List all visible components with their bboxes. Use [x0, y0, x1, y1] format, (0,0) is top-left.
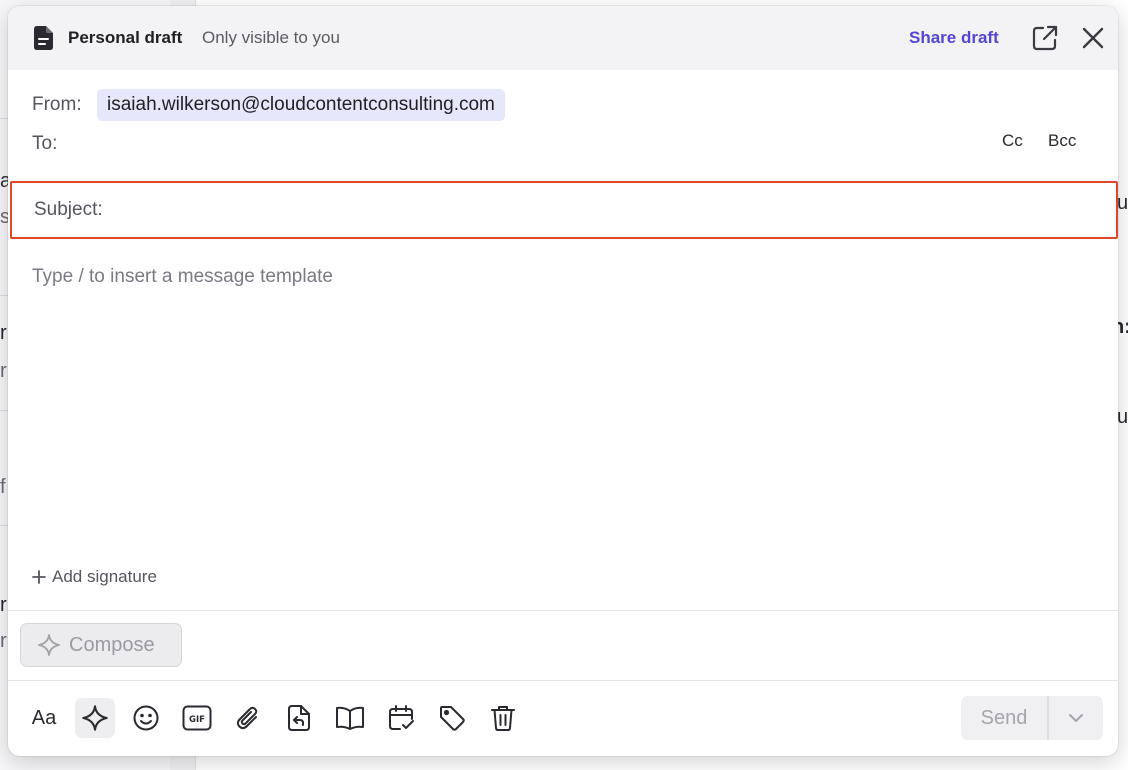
- text-format-icon: Aa: [31, 706, 57, 729]
- discard-draft-button[interactable]: [483, 698, 523, 738]
- trash-icon: [491, 706, 515, 731]
- tag-icon: [440, 706, 465, 731]
- subject-field[interactable]: Subject:: [10, 181, 1118, 239]
- to-label: To:: [32, 133, 58, 154]
- svg-text:GIF: GIF: [189, 715, 205, 725]
- from-label: From:: [32, 94, 82, 115]
- add-signature-button[interactable]: Add signature: [32, 567, 157, 587]
- background-text: r: [0, 594, 7, 616]
- emoji-button[interactable]: [126, 698, 166, 738]
- send-button-group: Send: [961, 696, 1103, 740]
- gif-button[interactable]: GIF: [177, 698, 217, 738]
- knowledge-base-button[interactable]: [330, 698, 370, 738]
- sparkle-icon: [38, 634, 60, 656]
- ai-compose-button[interactable]: Compose: [20, 623, 182, 667]
- draft-header: Personal draft Only visible to you Share…: [8, 6, 1118, 70]
- insert-template-icon: [288, 705, 310, 731]
- draft-title: Personal draft: [68, 28, 183, 47]
- background-text: r: [0, 630, 7, 652]
- subject-input[interactable]: [124, 193, 1104, 227]
- sparkle-icon: [82, 705, 108, 731]
- email-draft-modal: Personal draft Only visible to you Share…: [8, 6, 1118, 756]
- cc-button[interactable]: Cc: [1002, 131, 1023, 151]
- paperclip-icon: [236, 706, 258, 730]
- add-signature-label: Add signature: [52, 567, 157, 586]
- background-text: f: [0, 476, 6, 498]
- bcc-button[interactable]: Bcc: [1048, 131, 1076, 151]
- toolbar-divider: [8, 680, 1118, 681]
- close-icon[interactable]: [1081, 26, 1105, 50]
- schedule-send-button[interactable]: [381, 698, 421, 738]
- emoji-icon: [133, 705, 159, 731]
- ai-assist-button[interactable]: [75, 698, 115, 738]
- subject-label: Subject:: [34, 199, 103, 220]
- document-icon: [34, 26, 53, 50]
- background-text: u: [1117, 192, 1128, 214]
- background-text: r: [0, 322, 7, 344]
- book-icon: [336, 706, 364, 730]
- compose-label: Compose: [69, 633, 155, 656]
- calendar-check-icon: [389, 705, 414, 730]
- message-body-placeholder[interactable]: Type / to insert a message template: [32, 266, 333, 288]
- share-draft-button[interactable]: Share draft: [909, 28, 999, 48]
- attach-file-button[interactable]: [228, 698, 268, 738]
- add-tag-button[interactable]: [432, 698, 472, 738]
- draft-visibility-note: Only visible to you: [202, 28, 340, 47]
- background-text: u: [1117, 406, 1128, 428]
- send-button[interactable]: Send: [961, 707, 1047, 730]
- plus-icon: [32, 570, 46, 584]
- send-options-button[interactable]: [1049, 713, 1103, 723]
- section-divider: [8, 610, 1118, 611]
- from-address-chip[interactable]: isaiah.wilkerson@cloudcontentconsulting.…: [97, 89, 505, 121]
- background-text: r: [0, 360, 7, 382]
- insert-template-button[interactable]: [279, 698, 319, 738]
- text-format-button[interactable]: Aa: [24, 698, 64, 738]
- popout-icon[interactable]: [1031, 24, 1059, 52]
- chevron-down-icon: [1069, 714, 1083, 722]
- gif-icon: GIF: [182, 705, 212, 731]
